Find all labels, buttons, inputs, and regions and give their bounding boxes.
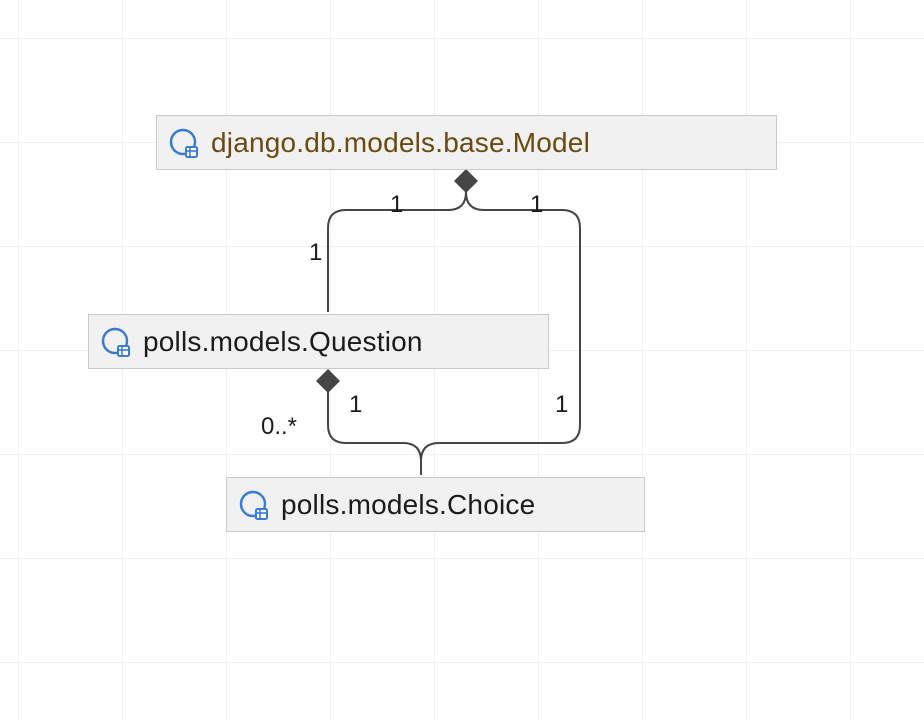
class-node-question[interactable]: polls.models.Question [88, 314, 549, 369]
multiplicity-label: 1 [309, 239, 322, 267]
class-node-choice[interactable]: polls.models.Choice [226, 477, 645, 532]
multiplicity-label: 1 [530, 191, 543, 219]
diagram-canvas[interactable]: django.db.models.base.Model polls.models… [0, 0, 924, 720]
class-icon [239, 490, 269, 520]
class-icon [101, 327, 131, 357]
class-node-model[interactable]: django.db.models.base.Model [156, 115, 777, 170]
class-label: django.db.models.base.Model [211, 127, 590, 159]
composition-diamond-model [454, 169, 478, 193]
class-label: polls.models.Choice [281, 489, 535, 521]
multiplicity-label: 1 [390, 191, 403, 219]
class-icon [169, 128, 199, 158]
class-label: polls.models.Question [143, 326, 423, 358]
multiplicity-label: 0..* [261, 413, 297, 441]
connector-question-to-choice [328, 392, 421, 475]
multiplicity-label: 1 [555, 391, 568, 419]
multiplicity-label: 1 [349, 391, 362, 419]
composition-diamond-question [316, 369, 340, 393]
